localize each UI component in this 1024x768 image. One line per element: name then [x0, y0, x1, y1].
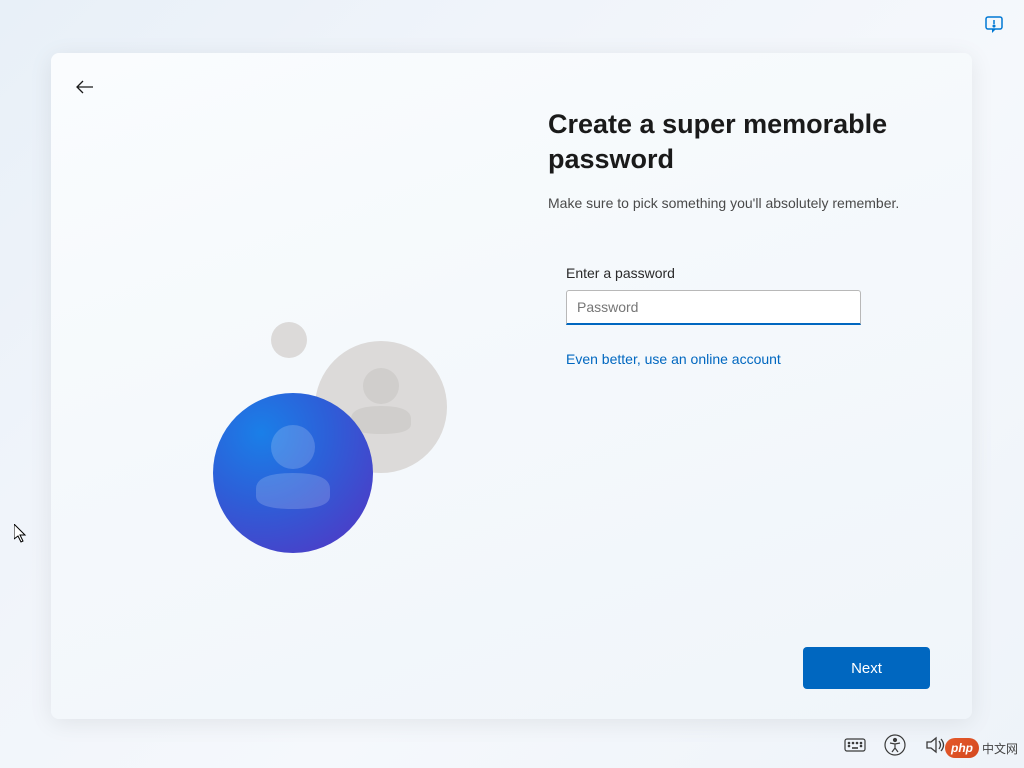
watermark-text: 中文网 — [982, 740, 1018, 757]
mouse-cursor — [14, 524, 28, 544]
watermark: php 中文网 — [945, 738, 1018, 758]
page-subtitle: Make sure to pick something you'll absol… — [548, 195, 916, 211]
feedback-icon[interactable] — [984, 15, 1004, 35]
keyboard-icon[interactable] — [844, 734, 866, 756]
online-account-link[interactable]: Even better, use an online account — [566, 351, 781, 367]
page-title: Create a super memorable password — [548, 107, 916, 177]
accessibility-icon[interactable] — [884, 734, 906, 756]
password-label: Enter a password — [566, 265, 916, 281]
password-input[interactable] — [566, 290, 861, 325]
user-avatar-illustration — [161, 271, 451, 557]
setup-dialog-card: Create a super memorable password Make s… — [51, 53, 972, 719]
system-tray — [844, 734, 946, 756]
password-form: Enter a password Even better, use an onl… — [548, 265, 916, 369]
watermark-badge: php — [945, 738, 979, 758]
volume-icon[interactable] — [924, 734, 946, 756]
content-panel: Create a super memorable password Make s… — [548, 107, 916, 369]
back-button[interactable] — [73, 75, 97, 99]
next-button[interactable]: Next — [803, 647, 930, 689]
